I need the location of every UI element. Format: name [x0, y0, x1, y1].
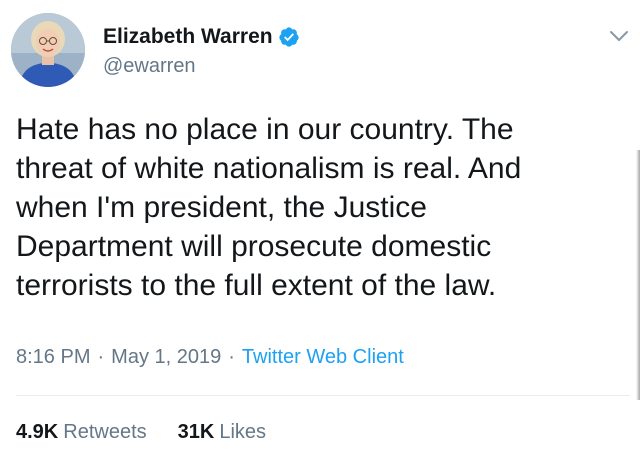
likes-label: Likes	[219, 421, 267, 443]
verified-badge-icon	[278, 26, 300, 48]
meta-separator: ·	[228, 346, 235, 368]
divider	[16, 395, 630, 396]
tweet-date[interactable]: May 1, 2019	[111, 346, 221, 369]
author-handle[interactable]: @ewarren	[103, 55, 196, 78]
avatar-image	[11, 13, 85, 87]
tweet-card: Elizabeth Warren @ewarren Hate has no pl…	[0, 0, 640, 465]
likes-stat[interactable]: 31K Likes	[178, 421, 266, 444]
author-name-row[interactable]: Elizabeth Warren	[103, 24, 300, 50]
tweet-stats: 4.9K Retweets 31K Likes	[16, 421, 266, 444]
tweet-meta: 8:16 PM · May 1, 2019 · Twitter Web Clie…	[16, 346, 404, 369]
retweets-count: 4.9K	[16, 421, 59, 443]
likes-count: 31K	[177, 421, 215, 443]
display-name[interactable]: Elizabeth Warren	[103, 25, 273, 49]
avatar[interactable]	[11, 13, 85, 87]
tweet-text: Hate has no place in our country. The th…	[16, 113, 522, 302]
screen-edge-shadow	[636, 150, 640, 400]
tweet-client-link[interactable]: Twitter Web Client	[242, 346, 404, 369]
tweet-time[interactable]: 8:16 PM	[16, 346, 90, 369]
retweets-label: Retweets	[63, 421, 147, 443]
retweets-stat[interactable]: 4.9K Retweets	[16, 421, 147, 444]
meta-separator: ·	[97, 346, 105, 368]
chevron-down-icon[interactable]	[608, 28, 630, 44]
